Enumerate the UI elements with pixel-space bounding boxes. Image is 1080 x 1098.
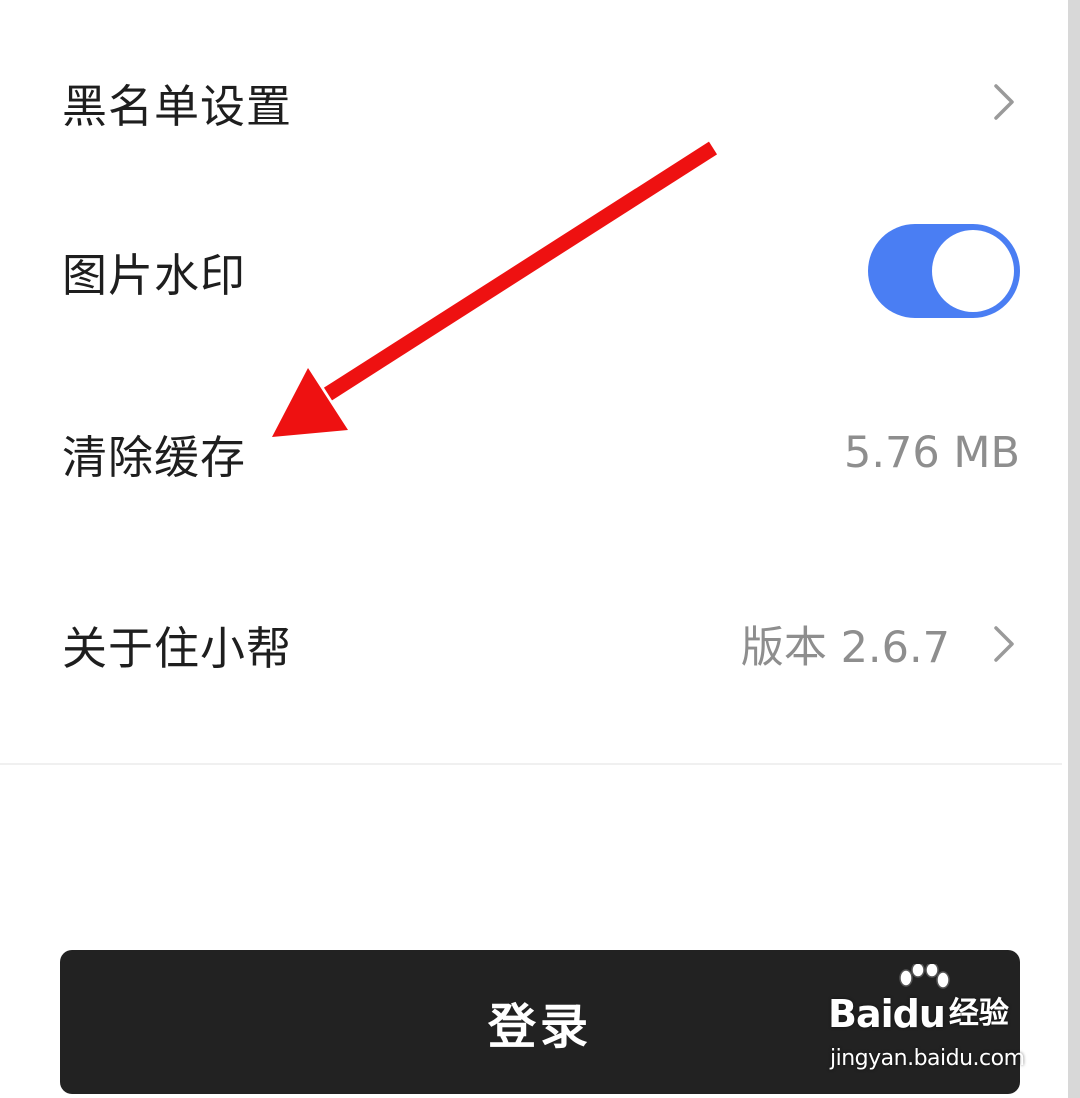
settings-page: 黑名单设置 图片水印 清除缓存 5.76 MB 关于住小帮 版本 2.6.7 登… [0,0,1080,1098]
clear-cache-label: 清除缓存 [62,430,247,484]
settings-row-blacklist[interactable]: 黑名单设置 [62,42,1020,162]
chevron-right-icon [986,82,1020,122]
toggle-knob [932,230,1014,312]
section-divider [0,763,1062,765]
scrollbar[interactable] [1068,0,1080,1098]
settings-row-about[interactable]: 关于住小帮 版本 2.6.7 [62,584,1020,704]
settings-row-image-watermark: 图片水印 [62,211,1020,331]
about-right: 版本 2.6.7 [741,613,1020,675]
image-watermark-label: 图片水印 [62,248,247,302]
blacklist-label: 黑名单设置 [62,79,293,133]
blacklist-right [986,82,1020,122]
chevron-right-icon [986,624,1020,664]
settings-row-clear-cache[interactable]: 清除缓存 5.76 MB [62,393,1020,513]
about-label: 关于住小帮 [62,621,293,675]
red-arrow-annotation [272,141,718,437]
login-button[interactable]: 登录 [60,950,1020,1094]
clear-cache-right: 5.76 MB [844,428,1020,478]
image-watermark-toggle[interactable] [868,224,1020,318]
version-value: 版本 2.6.7 [740,623,950,673]
cache-size-value: 5.76 MB [843,428,1020,478]
